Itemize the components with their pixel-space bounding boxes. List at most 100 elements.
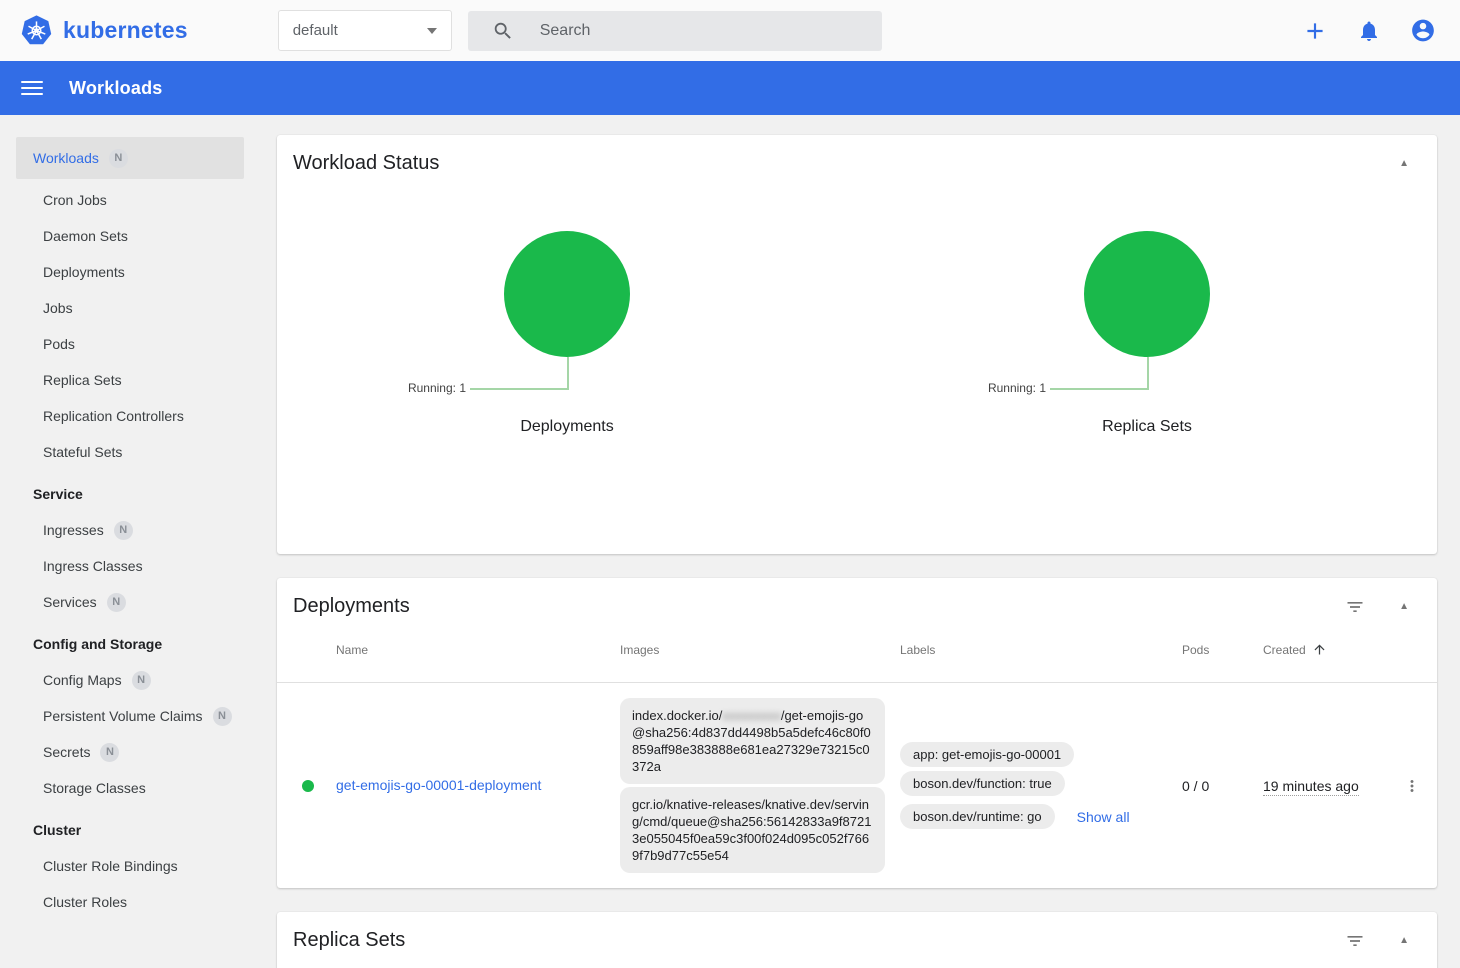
sidebar-item-label: Replication Controllers <box>43 408 184 424</box>
leader-line <box>1050 388 1147 390</box>
table-row: get-emojis-go-00001-deployment index.doc… <box>277 683 1437 888</box>
leader-line <box>567 357 569 390</box>
page-title: Workloads <box>69 78 163 99</box>
sidebar-item-label: Workloads <box>33 150 99 166</box>
label-chip: boson.dev/function: true <box>900 771 1065 796</box>
sidebar-nav: Workloads N Cron Jobs Daemon Sets Deploy… <box>0 115 260 968</box>
sidebar-item-config-maps[interactable]: Config Maps N <box>16 662 244 698</box>
sidebar-item-ingress-classes[interactable]: Ingress Classes <box>16 548 244 584</box>
sidebar-item-label: Deployments <box>43 264 125 280</box>
search-icon <box>492 20 514 42</box>
chart-title: Replica Sets <box>857 418 1437 436</box>
filter-icon[interactable] <box>1345 931 1365 951</box>
images-cell: index.docker.io/xxxxxxxxx/get-emojis-go@… <box>620 695 900 876</box>
label-chip: boson.dev/runtime: go <box>900 804 1055 829</box>
collapse-card-icon[interactable]: ▲ <box>1399 158 1421 169</box>
new-badge: N <box>107 593 126 612</box>
pie-slice-running <box>1084 231 1210 357</box>
column-header-name: Name <box>336 643 620 657</box>
column-header-created[interactable]: Created <box>1263 641 1400 660</box>
deployments-card: Deployments ▲ Name Images Labels Pods Cr… <box>277 578 1437 888</box>
app-bar: Workloads <box>0 61 1460 115</box>
user-avatar-icon[interactable] <box>1410 18 1436 44</box>
main-content: Workload Status ▲ Running: 1 Deployments <box>260 115 1460 968</box>
sidebar-item-replication-controllers[interactable]: Replication Controllers <box>16 398 244 434</box>
sidebar-item-label: Cluster Role Bindings <box>43 858 178 874</box>
collapse-card-icon[interactable]: ▲ <box>1399 935 1421 946</box>
sidebar-item-label: Persistent Volume Claims <box>43 708 203 724</box>
sidebar-section-cluster: Cluster <box>16 812 244 848</box>
menu-hamburger-icon[interactable] <box>21 77 43 99</box>
new-badge: N <box>132 671 151 690</box>
deployment-name-link[interactable]: get-emojis-go-00001-deployment <box>336 777 561 793</box>
new-badge: N <box>114 521 133 540</box>
created-timestamp: 19 minutes ago <box>1263 778 1400 794</box>
image-chip: gcr.io/knative-releases/knative.dev/serv… <box>620 787 885 873</box>
notifications-bell-icon[interactable] <box>1356 18 1382 44</box>
sidebar-item-label: Replica Sets <box>43 372 122 388</box>
sidebar-item-label: Config Maps <box>43 672 122 688</box>
pods-count: 0 / 0 <box>1182 778 1263 794</box>
sidebar-item-label: Ingresses <box>43 522 104 538</box>
card-title: Workload Status <box>293 152 439 175</box>
table-header: Name Images Labels Pods Created <box>277 618 1437 682</box>
sidebar-item-persistent-volume-claims[interactable]: Persistent Volume Claims N <box>16 698 244 734</box>
column-header-labels: Labels <box>900 643 1182 657</box>
chart-title: Deployments <box>277 418 857 436</box>
sidebar-item-label: Storage Classes <box>43 780 146 796</box>
create-resource-button[interactable] <box>1302 18 1328 44</box>
replica-sets-pie-chart: Running: 1 Replica Sets <box>857 231 1437 528</box>
leader-line <box>470 388 567 390</box>
sidebar-item-cron-jobs[interactable]: Cron Jobs <box>16 182 244 218</box>
sidebar-item-cluster-role-bindings[interactable]: Cluster Role Bindings <box>16 848 244 884</box>
sidebar-item-label: Secrets <box>43 744 90 760</box>
sidebar-section-service: Service <box>16 476 244 512</box>
sidebar-item-daemon-sets[interactable]: Daemon Sets <box>16 218 244 254</box>
show-all-link[interactable]: Show all <box>1077 809 1130 825</box>
redacted-registry-user: xxxxxxxxx <box>722 708 781 723</box>
filter-icon[interactable] <box>1345 597 1365 617</box>
label-chip: app: get-emojis-go-00001 <box>900 742 1074 767</box>
sidebar-item-storage-classes[interactable]: Storage Classes <box>16 770 244 806</box>
card-title: Replica Sets <box>293 929 405 952</box>
sidebar-item-deployments[interactable]: Deployments <box>16 254 244 290</box>
sidebar-item-jobs[interactable]: Jobs <box>16 290 244 326</box>
sidebar-item-stateful-sets[interactable]: Stateful Sets <box>16 434 244 470</box>
replica-sets-card: Replica Sets ▲ Name Images Labels Pods C… <box>277 912 1437 968</box>
sidebar-item-pods[interactable]: Pods <box>16 326 244 362</box>
table-header: Name Images Labels Pods Created <box>277 952 1437 968</box>
sidebar-item-label: Ingress Classes <box>43 558 143 574</box>
sidebar-item-cluster-roles[interactable]: Cluster Roles <box>16 884 244 920</box>
kubernetes-helm-icon <box>20 14 53 47</box>
sidebar-item-workloads[interactable]: Workloads N <box>16 137 244 179</box>
sidebar-item-services[interactable]: Services N <box>16 584 244 620</box>
card-title: Deployments <box>293 595 410 618</box>
new-badge: N <box>100 743 119 762</box>
sidebar-item-label: Daemon Sets <box>43 228 128 244</box>
search-bar[interactable] <box>468 11 882 51</box>
running-count-label: Running: 1 <box>408 381 466 395</box>
deployments-pie-chart: Running: 1 Deployments <box>277 231 857 528</box>
labels-cell: app: get-emojis-go-00001 boson.dev/funct… <box>900 738 1182 833</box>
namespace-selector[interactable]: default <box>278 10 452 51</box>
kubernetes-logo[interactable]: kubernetes <box>20 14 188 47</box>
row-actions-kebab-icon[interactable] <box>1403 777 1421 795</box>
sidebar-item-label: Pods <box>43 336 75 352</box>
collapse-card-icon[interactable]: ▲ <box>1399 601 1421 612</box>
sidebar-item-replica-sets[interactable]: Replica Sets <box>16 362 244 398</box>
sidebar-item-label: Cron Jobs <box>43 192 107 208</box>
sidebar-item-label: Cluster Roles <box>43 894 127 910</box>
sidebar-item-secrets[interactable]: Secrets N <box>16 734 244 770</box>
image-chip: index.docker.io/xxxxxxxxx/get-emojis-go@… <box>620 698 885 784</box>
search-input[interactable] <box>540 22 840 40</box>
sidebar-item-ingresses[interactable]: Ingresses N <box>16 512 244 548</box>
namespace-value: default <box>293 22 338 39</box>
chevron-down-icon <box>427 28 437 34</box>
top-bar: kubernetes default <box>0 0 1460 61</box>
new-badge: N <box>109 149 128 168</box>
sidebar-item-label: Stateful Sets <box>43 444 122 460</box>
brand-text: kubernetes <box>63 17 188 44</box>
pie-slice-running <box>504 231 630 357</box>
running-count-label: Running: 1 <box>988 381 1046 395</box>
workload-status-card: Workload Status ▲ Running: 1 Deployments <box>277 135 1437 554</box>
